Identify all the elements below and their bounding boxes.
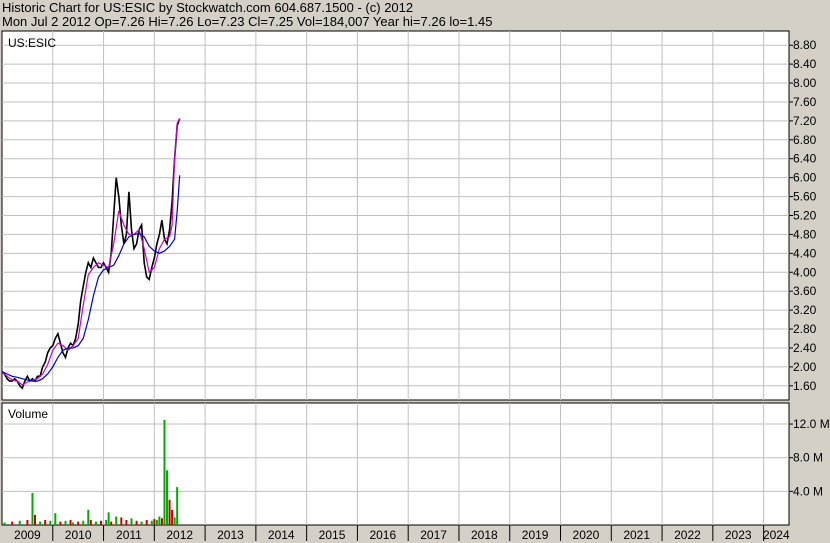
price-y-tick-label: 3.60	[793, 284, 817, 298]
x-tick-label: 2017	[420, 528, 447, 542]
x-tick-label: 2009	[14, 528, 41, 542]
x-tick-label: 2018	[471, 528, 498, 542]
volume-panel-label: Volume	[8, 407, 48, 421]
price-y-tick-label: 4.80	[793, 227, 817, 241]
price-y-tick-label: 5.20	[793, 209, 817, 223]
price-y-tick-label: 8.40	[793, 57, 817, 71]
x-tick-label: 2013	[217, 528, 244, 542]
x-tick-label: 2020	[573, 528, 600, 542]
x-tick-label: 2015	[319, 528, 346, 542]
x-tick-label: 2014	[268, 528, 295, 542]
price-y-tick-label: 6.00	[793, 171, 817, 185]
price-y-tick-label: 6.40	[793, 152, 817, 166]
price-y-tick-label: 2.80	[793, 322, 817, 336]
x-tick-label: 2021	[623, 528, 650, 542]
x-axis: 2009 2010 2011 2012 2013 2014 2015 2016 2017 2018…	[14, 525, 790, 542]
x-tick-label: 2011	[116, 528, 142, 542]
x-tick-label: 2012	[166, 528, 193, 542]
price-y-tick-label: 8.80	[793, 38, 817, 52]
x-tick-label: 2016	[369, 528, 396, 542]
x-tick-label: 2019	[522, 528, 549, 542]
x-tick-label: 2024	[763, 528, 790, 542]
volume-plot-area	[1, 402, 790, 526]
volume-y-axis: 4.0 M 8.0 M 12.0 M	[789, 417, 830, 498]
stock-chart: 2009 2010 2011 2012 2013 2014 2015 2016 2017 2018…	[1, 30, 830, 542]
price-y-tick-label: 6.80	[793, 133, 817, 147]
price-y-axis: 1.60 2.00 2.40 2.80 3.20 3.60 4.00 4.40 4.80 5.20…	[789, 38, 817, 393]
price-y-tick-label: 5.60	[793, 190, 817, 204]
price-y-tick-label: 7.60	[793, 95, 817, 109]
chart-symbol-label: US:ESIC	[8, 36, 56, 50]
x-tick-label: 2023	[725, 528, 752, 542]
price-y-tick-label: 1.60	[793, 379, 817, 393]
x-tick-label: 2022	[674, 528, 701, 542]
volume-y-tick-label: 8.0 M	[793, 451, 823, 465]
price-y-tick-label: 4.00	[793, 265, 817, 279]
price-y-tick-label: 2.00	[793, 360, 817, 374]
volume-y-tick-label: 4.0 M	[793, 484, 823, 498]
price-y-tick-label: 3.20	[793, 303, 817, 317]
volume-y-tick-label: 12.0 M	[793, 417, 830, 431]
price-y-tick-label: 4.40	[793, 246, 817, 260]
price-y-tick-label: 2.40	[793, 341, 817, 355]
x-tick-label: 2010	[65, 528, 92, 542]
price-y-tick-label: 8.00	[793, 76, 817, 90]
price-y-tick-label: 7.20	[793, 114, 817, 128]
